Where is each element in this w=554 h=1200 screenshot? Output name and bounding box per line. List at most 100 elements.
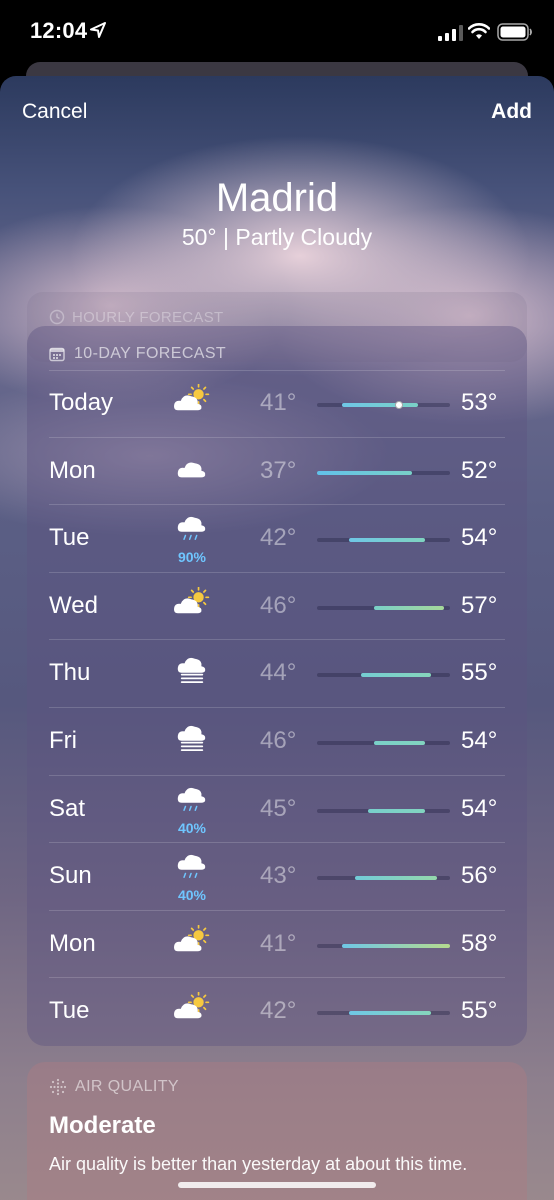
status-bar: 12:04: [0, 0, 554, 66]
high-temp: 54°: [461, 524, 498, 552]
temperature-range-bar: [317, 1011, 450, 1016]
current-temp-indicator: [395, 401, 404, 409]
hourly-forecast-label: HOURLY FORECAST: [72, 309, 224, 326]
forecast-day: Tue: [49, 997, 90, 1025]
low-temp: 41°: [260, 929, 297, 957]
low-temp: 37°: [260, 456, 297, 484]
forecast-day: Mon: [49, 456, 96, 484]
city-name: Madrid: [215, 176, 339, 220]
high-temp: 58°: [461, 929, 498, 957]
temperature-range-fill: [374, 605, 444, 610]
rain-icon: [177, 855, 206, 879]
low-temp: 45°: [260, 794, 297, 822]
low-temp: 41°: [260, 389, 297, 416]
temperature-range-fill: [355, 876, 438, 881]
forecast-day: Wed: [49, 591, 98, 619]
air-quality-card[interactable]: AIR QUALITY Moderate Air quality is bett…: [27, 1062, 527, 1200]
air-quality-description: Air quality is better than yesterday at …: [49, 1154, 468, 1174]
cloud-icon: [177, 462, 206, 477]
low-temp: 43°: [260, 862, 297, 890]
precipitation-chance: 40%: [177, 819, 207, 836]
forecast-day: Thu: [49, 659, 91, 687]
temperature-range-bar: [317, 741, 450, 745]
partly-cloudy-icon: [170, 380, 214, 428]
status-time: 12:04: [30, 18, 88, 43]
high-temp: 56°: [461, 862, 498, 890]
forecast-row: Tue 90% 42° 54°: [27, 505, 527, 573]
high-temp: 54°: [461, 794, 498, 822]
temperature-range-fill: [361, 673, 431, 678]
partly-cloudy-icon: [170, 988, 214, 1036]
forecast-day: Sun: [49, 862, 92, 890]
cloud-icon: [170, 448, 214, 496]
ten-day-forecast-card[interactable]: 10-DAY FORECAST Today 41° 53° Mon 37° 52° Tue 9…: [27, 326, 527, 1046]
fog-icon: [170, 718, 214, 766]
high-temp: 52°: [461, 456, 498, 484]
rain-icon: 40%: [170, 786, 214, 836]
forecast-day: Sat: [49, 794, 86, 822]
temperature-range-bar: [317, 808, 450, 813]
add-button[interactable]: Add: [491, 100, 532, 124]
low-temp: 46°: [260, 727, 297, 754]
calendar-icon: [49, 347, 65, 362]
forecast-day: Today: [49, 389, 114, 416]
temperature-range-bar: [317, 876, 450, 881]
high-temp: 57°: [461, 591, 498, 619]
low-temp: 42°: [260, 997, 297, 1025]
low-temp: 42°: [260, 524, 297, 552]
low-temp: 46°: [260, 591, 297, 619]
air-quality-header: AIR QUALITY: [49, 1078, 179, 1096]
forecast-row: Mon 41° 58°: [27, 911, 527, 979]
precipitation-chance: 40%: [177, 887, 207, 904]
forecast-row: Thu 44° 55°: [27, 640, 527, 708]
rain-icon: 40%: [170, 853, 214, 904]
partly-cloudy-icon: [174, 992, 210, 1019]
high-temp: 53°: [461, 389, 498, 416]
fog-icon: [170, 650, 214, 698]
forecast-header: 10-DAY FORECAST: [49, 344, 226, 364]
rain-icon: [177, 517, 206, 541]
weather-preview-sheet: Cancel Add Madrid 50° | Partly Cloudy HO…: [0, 76, 554, 1200]
partly-cloudy-icon: [170, 583, 214, 631]
forecast-row: Sat 40% 45° 54°: [27, 776, 527, 844]
temperature-range-fill: [348, 538, 425, 543]
partly-cloudy-icon: [174, 586, 210, 614]
forecast-day: Tue: [49, 524, 90, 552]
temperature-range-bar: [317, 673, 450, 678]
forecast-day: Fri: [49, 727, 77, 754]
temperature-range-bar: [317, 538, 450, 543]
air-quality-icon: [49, 1078, 67, 1096]
forecast-day: Mon: [49, 929, 96, 957]
high-temp: 54°: [461, 727, 498, 754]
current-conditions: 50° | Partly Cloudy: [181, 224, 373, 250]
wifi-icon: [468, 23, 490, 39]
forecast-row: Tue 42° 55°: [27, 978, 527, 1046]
forecast-row: Today 41° 53°: [27, 370, 527, 438]
low-temp: 44°: [260, 659, 297, 687]
fog-icon: [177, 725, 206, 751]
temperature-range-bar: [317, 401, 450, 409]
home-indicator[interactable]: [178, 1182, 376, 1188]
temperature-range-bar: [317, 605, 450, 610]
cellular-signal-icon: [438, 25, 463, 41]
temperature-range-fill: [348, 1011, 431, 1016]
air-quality-level: Moderate: [49, 1112, 156, 1139]
cancel-button[interactable]: Cancel: [22, 100, 87, 124]
partly-cloudy-icon: [174, 924, 210, 952]
rain-icon: [177, 787, 206, 811]
temperature-range-bar: [317, 470, 450, 475]
rain-icon: 90%: [170, 515, 214, 566]
temperature-range-fill: [317, 470, 412, 475]
temperature-range-fill: [367, 808, 425, 813]
high-temp: 55°: [461, 997, 498, 1025]
partly-cloudy-icon: [170, 921, 214, 969]
air-quality-label: AIR QUALITY: [75, 1078, 179, 1095]
temperature-range-fill: [342, 943, 450, 948]
precipitation-chance: 90%: [177, 549, 207, 566]
high-temp: 55°: [461, 659, 498, 687]
clock-icon: [49, 309, 65, 325]
fog-icon: [177, 658, 206, 684]
forecast-row: Sun 40% 43° 56°: [27, 843, 527, 911]
forecast-row: Fri 46° 54°: [27, 708, 527, 776]
forecast-label: 10-DAY FORECAST: [74, 345, 227, 362]
